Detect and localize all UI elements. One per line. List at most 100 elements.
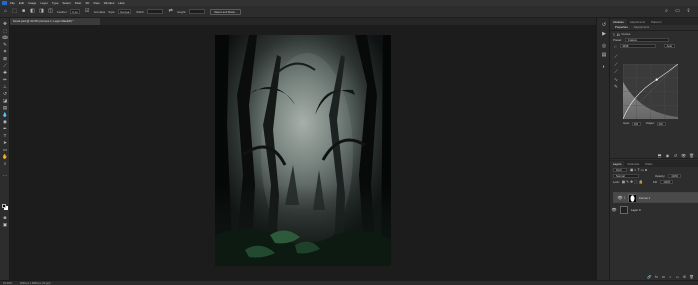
lock-icons[interactable]: ▦ ✎ ✥ ⬚ 🔒 [622,180,643,184]
reset-icon[interactable]: ↺ [673,153,678,158]
delete-layer-icon[interactable]: 🗑 [689,275,694,280]
new-adjustment-icon[interactable]: ◐ [668,275,673,280]
menu-select[interactable]: Select [62,1,70,5]
kind-filter-select[interactable]: Kind [613,167,627,173]
blend-mode-select[interactable]: Normal [613,173,639,179]
height-input[interactable] [189,9,206,14]
input-field[interactable]: 156 [631,122,641,126]
path-select-icon[interactable]: ➤ [2,140,8,145]
menu-help[interactable]: Help [118,1,124,5]
intersect-selection-icon[interactable]: ◫ [48,9,53,14]
home-icon[interactable]: ⌂ [3,9,8,14]
menu-file[interactable]: File [10,1,15,5]
tab-paths[interactable]: Paths [642,161,655,167]
libraries-panel-icon[interactable]: ▤ [601,52,607,58]
history-brush-icon[interactable]: ↺ [2,91,8,96]
eraser-icon[interactable]: ◪ [2,98,8,103]
quick-select-icon[interactable]: ✎ [2,42,8,47]
layer-name[interactable]: Curves 1 [639,196,651,200]
frame-icon[interactable]: ⊠ [2,56,8,61]
clip-to-layer-icon[interactable]: ⬒ [657,153,662,158]
tab-properties-adjustments[interactable]: Adjustments [631,25,652,30]
link-layers-icon[interactable]: 🔗 [647,275,652,280]
screen-mode-icon[interactable]: ▣ [2,222,8,227]
clone-stamp-icon[interactable]: ⊥ [2,84,8,89]
tab-layers[interactable]: Layers [610,161,625,167]
healing-brush-icon[interactable]: ✚ [2,70,8,75]
foreground-color-swatch[interactable] [2,204,6,208]
hand-icon[interactable]: ✋ [2,154,8,159]
new-selection-icon[interactable]: ■ [21,9,26,14]
filter-pixel-icon[interactable]: ▣ ◐ T ▭ ◘ [630,168,647,172]
share-icon[interactable]: ⇪ [686,9,691,14]
menu-edit[interactable]: Edit [19,1,24,5]
adjustments-panel-icon[interactable]: ◐ [601,64,607,70]
on-image-adjust-icon[interactable]: ☜ [613,44,617,49]
menu-view[interactable]: View [93,1,99,5]
swap-dimensions-icon[interactable]: ⇄ [168,9,173,14]
layer-name[interactable]: Layer 0 [631,208,641,212]
pen-icon[interactable]: ✒ [2,126,8,131]
black-point-eyedropper-icon[interactable]: ⟋ [613,54,619,60]
delete-adjustment-icon[interactable]: 🗑 [689,153,694,158]
photoshop-logo-icon[interactable] [2,1,7,5]
antialias-checkbox[interactable]: ☑ [85,9,90,14]
search-icon[interactable]: ⌕ [664,9,669,14]
history-panel-icon[interactable]: ↺ [601,22,607,28]
menu-window[interactable]: Window [104,1,115,5]
workspace-icon[interactable]: ▭ [675,9,680,14]
visibility-icon[interactable]: 👁 [681,153,686,158]
blur-icon[interactable]: 💧 [2,112,8,117]
lasso-icon[interactable]: ↂ [2,35,8,40]
curves-graph[interactable] [622,63,679,121]
menu-layer[interactable]: Layer [40,1,48,5]
layer-mask-thumbnail[interactable] [627,193,636,202]
quick-mask-icon[interactable]: ◙ [2,215,8,220]
menu-3d[interactable]: 3D [85,1,89,5]
channel-select[interactable]: RGB [619,43,656,49]
more-tools-icon[interactable]: ⋯ [2,173,8,178]
dodge-icon[interactable]: ◉ [2,119,8,124]
white-point-eyedropper-icon[interactable]: ⟋ [613,69,619,75]
curve-point-icon[interactable]: ∿ [613,77,619,83]
brush-icon[interactable]: ✏ [2,77,8,82]
forest-photo[interactable] [215,35,391,266]
new-layer-icon[interactable]: ⊞ [682,275,687,280]
zoom-icon[interactable]: ⌕ [2,161,8,166]
width-input[interactable] [147,9,164,14]
auto-button[interactable]: Auto [663,43,676,49]
actions-panel-icon[interactable]: ▶ [601,31,607,37]
gray-point-eyedropper-icon[interactable]: ⟋ [613,62,619,68]
layer-row-curves[interactable]: 👁 ⌇ Curves 1 [613,192,698,203]
crop-icon[interactable]: ⌗ [2,49,8,54]
visibility-eye-icon[interactable]: 👁 [616,195,624,200]
menu-type[interactable]: Type [52,1,59,5]
add-mask-icon[interactable]: ◘ [661,275,666,280]
layer-style-icon[interactable]: fx [654,275,659,280]
style-select[interactable]: Normal [118,9,132,14]
opacity-input[interactable]: 100% [668,173,682,179]
menu-image[interactable]: Image [28,1,36,5]
document-tab[interactable]: forest.psd @ 33.3% (Curves 1, Layer Mask… [10,18,100,25]
subtract-selection-icon[interactable]: ◨ [39,9,44,14]
eyedropper-icon[interactable]: ⟋ [2,63,8,68]
menu-filter[interactable]: Filter [75,1,82,5]
feather-input[interactable]: 0 px [70,9,80,14]
select-and-mask-button[interactable]: Select and Mask... [210,8,242,15]
mask-icon[interactable]: ◘ [617,32,619,37]
view-previous-icon[interactable]: ◉ [665,153,670,158]
type-tool-icon[interactable]: T [2,133,8,138]
canvas-area[interactable] [10,25,596,280]
zoom-readout[interactable]: 33.33% [3,282,12,285]
new-group-icon[interactable]: ▭ [675,275,680,280]
rectangle-icon[interactable]: ▭ [2,147,8,152]
curves-chart[interactable] [622,63,679,121]
marquee-tool-icon[interactable]: ⬚ [12,9,17,14]
marquee-icon[interactable]: ⬚ [2,28,8,33]
fill-input[interactable]: 100% [660,179,674,185]
gradient-icon[interactable]: ▤ [2,105,8,110]
output-field[interactable]: 202 [656,122,666,126]
learn-panel-icon[interactable]: ◎ [601,43,607,49]
move-tool-icon[interactable]: ✥ [2,21,8,26]
tab-channels[interactable]: Channels [624,161,642,167]
